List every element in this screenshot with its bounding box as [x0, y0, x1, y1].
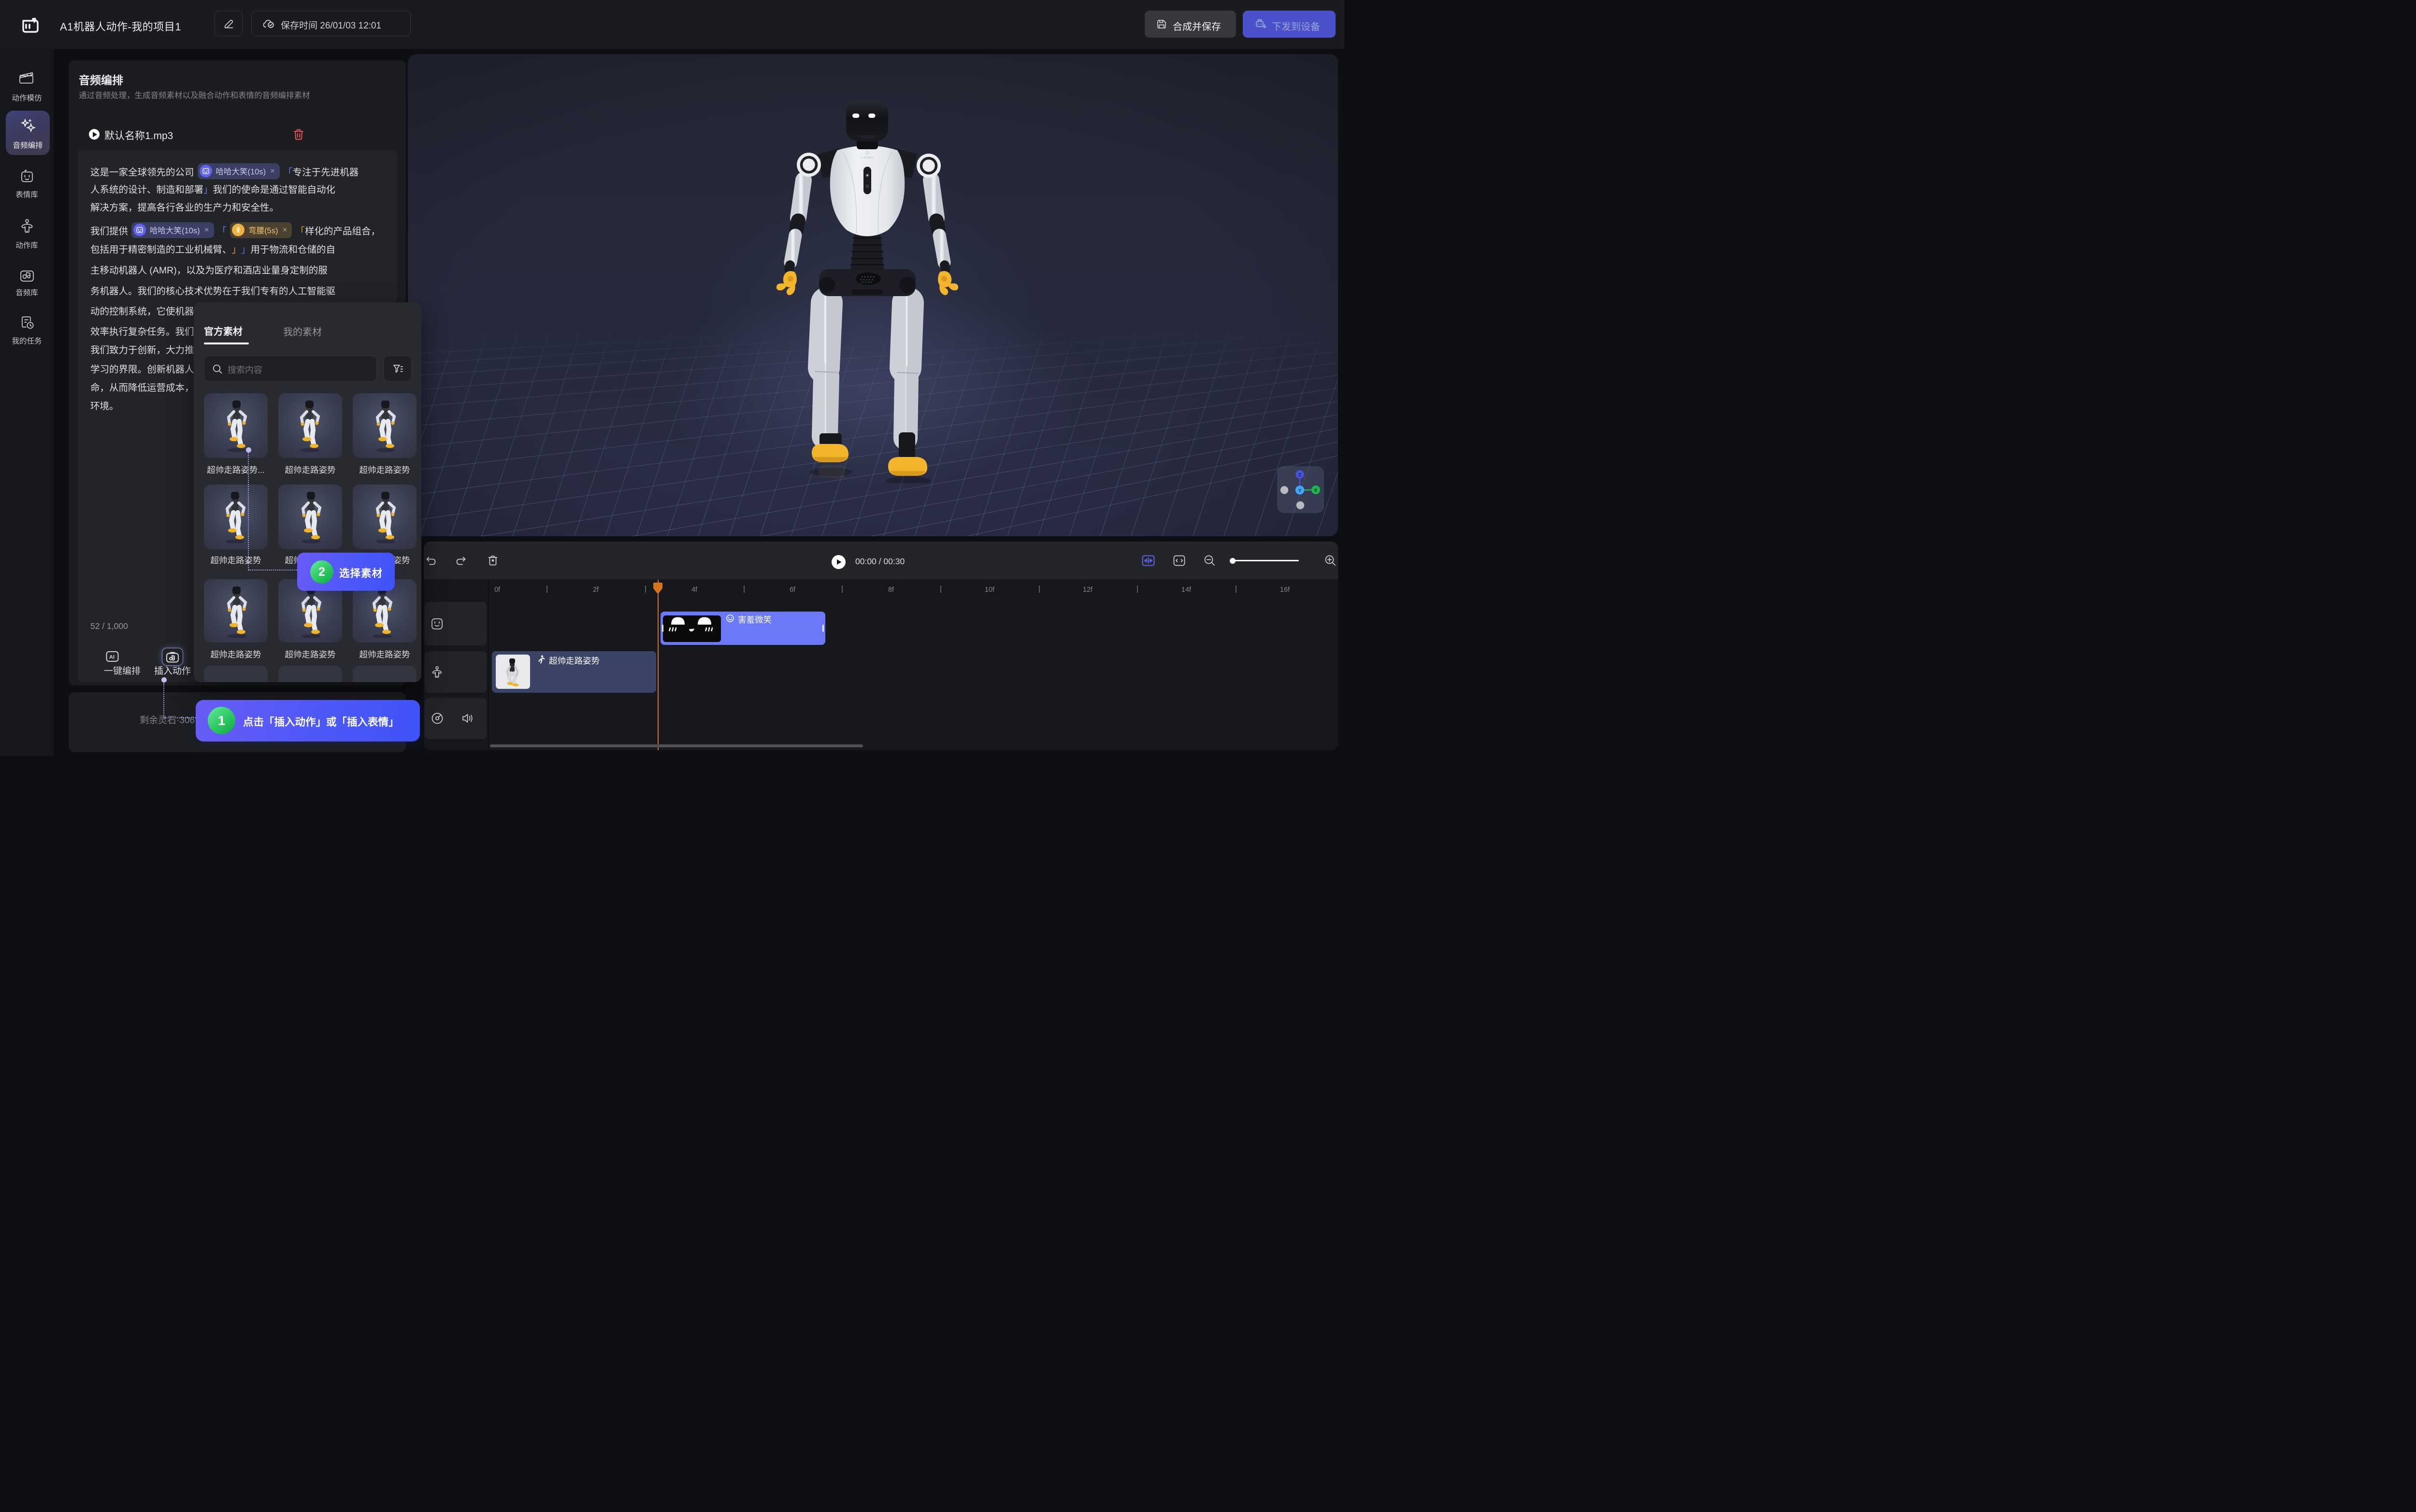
svg-text:U·ROBOT: U·ROBOT: [861, 157, 874, 159]
svg-text:Z: Z: [1298, 472, 1301, 478]
svg-text:Y: Y: [1298, 488, 1302, 494]
svg-text:AI: AI: [109, 655, 115, 660]
svg-text:X: X: [1314, 488, 1318, 493]
